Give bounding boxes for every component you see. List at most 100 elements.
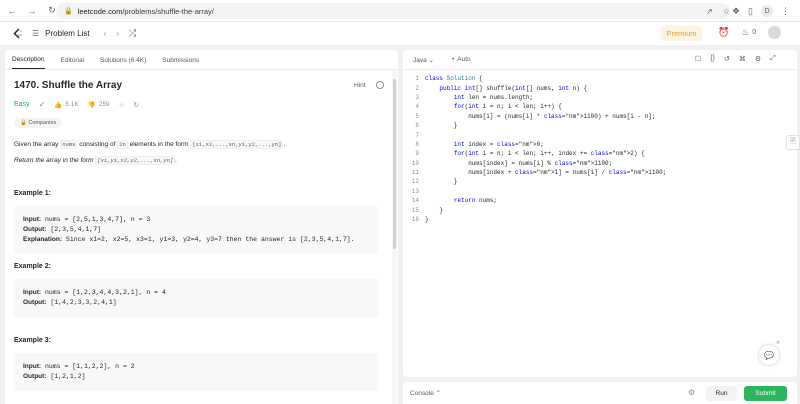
prev-problem-icon[interactable]: ‹ bbox=[104, 29, 107, 38]
hint-button[interactable]: Hint bbox=[354, 82, 366, 89]
line-number: 3 bbox=[415, 93, 419, 101]
example-3-title: Example 3: bbox=[14, 337, 51, 344]
description-scrollbar[interactable] bbox=[392, 70, 397, 404]
thumbs-up-icon: 👍 bbox=[54, 101, 63, 109]
back-icon[interactable]: ← bbox=[4, 3, 20, 19]
line-number: 16 bbox=[411, 216, 419, 224]
line-number: 7 bbox=[415, 131, 419, 139]
settings-gear-icon[interactable]: ⚙ bbox=[755, 55, 761, 63]
code-line[interactable]: 7 bbox=[403, 130, 797, 139]
run-button[interactable]: Run bbox=[706, 386, 737, 401]
fire-icon: ♨ bbox=[741, 27, 750, 37]
bookmark-star-icon[interactable]: ☆ bbox=[723, 7, 730, 16]
console-settings-icon[interactable]: ⚙ bbox=[688, 388, 695, 397]
extensions-icon[interactable]: ❖ bbox=[732, 6, 740, 17]
user-avatar[interactable] bbox=[768, 26, 782, 39]
code-line[interactable]: 11 nums[index + class="nm">1] = nums[i] … bbox=[403, 168, 797, 177]
forward-icon[interactable]: → bbox=[24, 3, 40, 19]
difficulty-badge: Easy bbox=[14, 101, 30, 108]
sidepanel-icon[interactable]: ▯ bbox=[748, 6, 753, 17]
shuffle-icon[interactable]: ⤮ bbox=[129, 28, 136, 39]
code-line[interactable]: 5 nums[i] = (nums[i] * class="nm">1100) … bbox=[403, 112, 797, 121]
code-text: int len = nums.length; bbox=[453, 93, 534, 101]
chat-button[interactable]: 💬 bbox=[759, 345, 779, 365]
favorite-star-icon[interactable]: ☆ bbox=[119, 101, 125, 109]
line-number: 9 bbox=[415, 150, 419, 158]
console-toggle[interactable]: Console ⌃ bbox=[410, 389, 441, 397]
code-text: for(int i = n; i < len; i++) { bbox=[453, 103, 562, 111]
tab-description[interactable]: Description bbox=[12, 56, 45, 69]
address-bar[interactable]: 🔒 leetcode.com/problems/shuffle-the-arra… bbox=[56, 3, 730, 19]
like-button[interactable]: 👍 5.1K bbox=[54, 101, 78, 109]
bookmark-icon[interactable]: ☐ bbox=[695, 55, 701, 63]
code-line[interactable]: 13 bbox=[403, 187, 797, 196]
alarm-icon[interactable]: ⏰ bbox=[718, 27, 729, 38]
problem-tabs: Description Editorial Solutions (6.4K) S… bbox=[5, 50, 398, 70]
note-icon: 🖹 bbox=[790, 138, 796, 145]
code-line[interactable]: 8 int index = class="nm">0; bbox=[403, 140, 797, 149]
code-line[interactable]: 10 nums[index] = nums[i] % class="nm">11… bbox=[403, 159, 797, 168]
shortcuts-icon[interactable]: ⌘ bbox=[739, 55, 746, 63]
code-text: } bbox=[425, 206, 444, 214]
reset-icon[interactable]: ↺ bbox=[724, 55, 730, 63]
code-line[interactable]: 6 } bbox=[403, 121, 797, 130]
example-3-block: Input: nums = [1,1,2,2], n = 2 Output: [… bbox=[14, 353, 378, 391]
share-icon[interactable]: ↗ bbox=[706, 7, 713, 16]
fullscreen-icon[interactable]: ⤢ bbox=[770, 55, 776, 63]
braces-icon[interactable]: {} bbox=[710, 55, 715, 63]
description-panel: Description Editorial Solutions (6.4K) S… bbox=[5, 50, 398, 404]
code-text: } bbox=[425, 178, 458, 186]
console-bar: Console ⌃ ⚙ Run Submit bbox=[403, 382, 797, 404]
code-line[interactable]: 14 return nums; bbox=[403, 196, 797, 205]
code-line[interactable]: 3 int len = nums.length; bbox=[403, 93, 797, 102]
submit-button[interactable]: Submit bbox=[744, 386, 787, 401]
problem-list-button[interactable]: ☰ Problem List bbox=[32, 29, 90, 38]
code-text: nums[index] = nums[i] % class="nm">1100; bbox=[425, 159, 613, 167]
code-text: for(int i = n; i < len; i++, index += cl… bbox=[453, 150, 645, 158]
browser-menu-icon[interactable]: ⋮ bbox=[781, 6, 790, 17]
code-line[interactable]: 9 for(int i = n; i < len; i++, index += … bbox=[403, 149, 797, 158]
code-line[interactable]: 4 for(int i = n; i < len; i++) { bbox=[403, 102, 797, 111]
tab-solutions[interactable]: Solutions (6.4K) bbox=[100, 57, 146, 69]
example-1-block: Input: nums = [2,5,1,3,4,7], n = 3 Outpu… bbox=[14, 206, 378, 254]
code-text: nums[i] = (nums[i] * class="nm">1100) + … bbox=[425, 112, 656, 120]
share-problem-icon[interactable]: ↻ bbox=[134, 101, 139, 109]
line-number: 4 bbox=[415, 103, 419, 111]
language-select[interactable]: Java ⌄ bbox=[413, 56, 434, 64]
leetcode-logo[interactable] bbox=[12, 27, 24, 40]
code-line[interactable]: 16} bbox=[403, 215, 797, 224]
code-text: nums[index + class="nm">1] = nums[i] / c… bbox=[425, 169, 667, 177]
code-line[interactable]: 2 public int[] shuffle(int[] nums, int n… bbox=[403, 83, 797, 92]
companies-tag[interactable]: 🔒 Companies bbox=[14, 118, 63, 128]
line-number: 1 bbox=[415, 75, 419, 83]
autocomplete-mode[interactable]: • Auto bbox=[452, 56, 471, 63]
code-text: } bbox=[425, 122, 458, 130]
profile-avatar[interactable]: D bbox=[761, 5, 773, 17]
problem-meta: Easy ✓ 👍 5.1K 👎 259 ☆ ↻ bbox=[14, 100, 386, 109]
code-text: int index = class="nm">0; bbox=[453, 140, 544, 148]
chevron-down-icon: ⌄ bbox=[428, 56, 434, 64]
dislike-button[interactable]: 👎 259 bbox=[88, 101, 110, 109]
lock-icon: 🔒 bbox=[64, 8, 73, 15]
premium-button[interactable]: Premium bbox=[661, 26, 702, 41]
code-line[interactable]: 1 class Solution { bbox=[403, 74, 797, 83]
example-1-title: Example 1: bbox=[14, 190, 51, 197]
line-number: 8 bbox=[415, 140, 419, 148]
thumbs-down-icon: 👎 bbox=[87, 101, 96, 109]
close-icon[interactable]: ✕ bbox=[776, 340, 780, 346]
side-note-tab[interactable]: 🖹 bbox=[786, 135, 800, 150]
mode-icon: • bbox=[452, 56, 455, 63]
tab-editorial[interactable]: Editorial bbox=[61, 57, 84, 69]
code-editor-panel: Java ⌄ • Auto ☐ {} ↺ ⌘ ⚙ ⤢ 1 class Solutio… bbox=[403, 50, 797, 377]
problem-title: 1470. Shuffle the Array bbox=[14, 80, 123, 91]
code-line[interactable]: 15 } bbox=[403, 205, 797, 214]
next-problem-icon[interactable]: › bbox=[116, 29, 119, 38]
code-line[interactable]: 12 } bbox=[403, 177, 797, 186]
chat-icon: 💬 bbox=[764, 350, 774, 360]
code-area[interactable]: 1 class Solution {2 public int[] shuffle(… bbox=[403, 74, 797, 224]
fire-streak[interactable]: ♨ 0 bbox=[741, 27, 756, 38]
line-number: 2 bbox=[415, 84, 419, 92]
scroll-thumb[interactable] bbox=[393, 79, 396, 249]
help-icon[interactable] bbox=[376, 81, 384, 89]
tab-submissions[interactable]: Submissions bbox=[162, 57, 199, 69]
